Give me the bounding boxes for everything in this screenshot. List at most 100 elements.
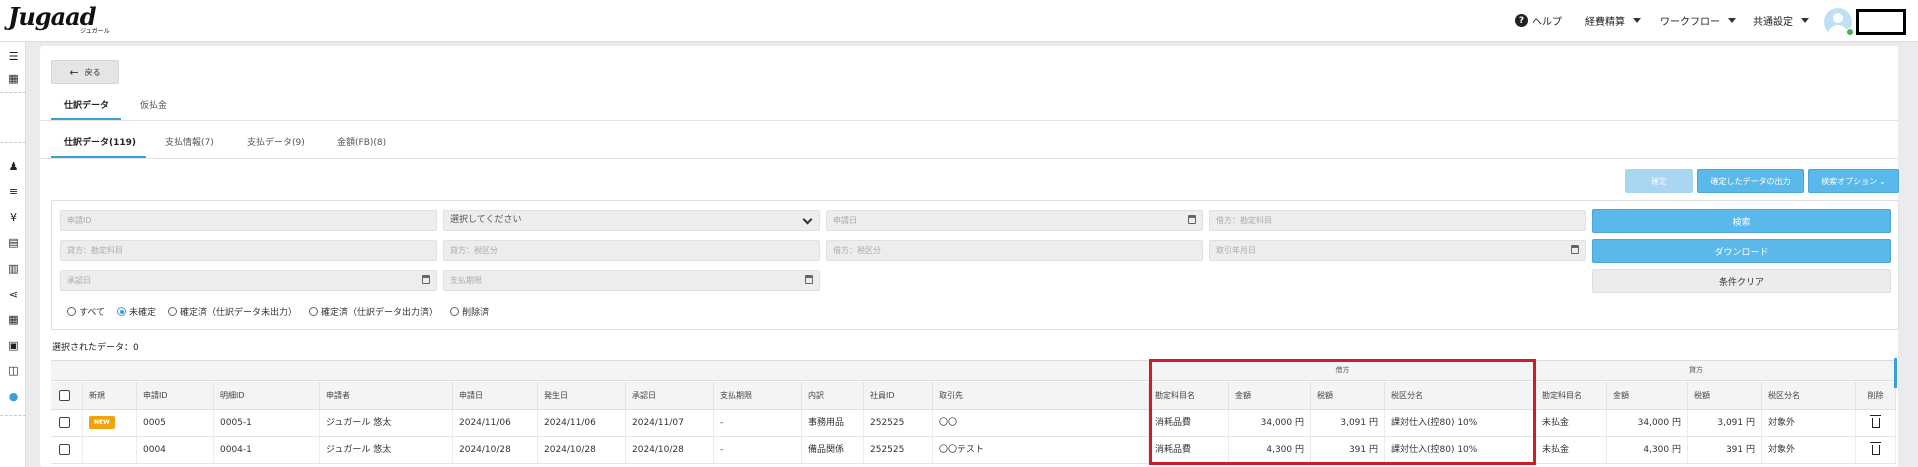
approval-date-input[interactable]: 承認日 [60,270,437,291]
table-cell: 0004-1 [214,437,320,464]
help-icon: ? [1515,14,1528,27]
subtab-amount-fb[interactable]: 金額(FB)(8) [337,135,386,148]
calendar-icon [1188,215,1196,224]
caret-down-icon [1728,18,1736,23]
arrow-left-icon: ← [69,65,79,79]
col-breakdown: 内訳 [802,382,864,410]
back-label: 戻る [84,67,101,77]
user-circle-icon[interactable]: ● [7,390,20,403]
logo[interactable]: Jugaad ジュガール [8,2,118,38]
table-cell: 2024/11/07 [626,410,714,437]
user-name-box[interactable] [1856,9,1906,35]
debit-account-input[interactable]: 借方：勘定科目 [1209,210,1586,231]
new-badge: NEW [89,416,115,429]
chevron-down-icon [802,214,813,225]
menu-workflow[interactable]: ワークフロー [1660,13,1736,28]
table-cell[interactable]: 0005 [137,410,214,437]
row-checkbox[interactable] [59,417,70,428]
transaction-date-input[interactable]: 取引年月日 [1209,240,1586,261]
menu-settings-label: 共通設定 [1753,17,1793,28]
caret-down-icon [1801,18,1809,23]
help-label: ヘルプ [1532,17,1562,28]
table-cell: 事務用品 [802,410,864,437]
receipt-icon[interactable]: ▥ [7,262,20,275]
col-occurrence-date: 発生日 [538,382,626,410]
document-icon[interactable]: ▤ [7,236,20,249]
table-cell: 3,091 円 [1688,410,1762,437]
debit-tax-input[interactable]: 借方：税区分 [826,240,1203,261]
table-cell: 252525 [864,437,933,464]
back-button[interactable]: ← 戻る [51,60,119,84]
radio-label: 確定済（仕訳データ出力済） [321,308,439,318]
trash-icon[interactable] [1869,414,1881,428]
table-cell: 〇〇 [933,410,1149,437]
select-all-checkbox[interactable] [59,390,70,401]
status-select-value: 選択してください [450,215,522,225]
search-options-label: 検索オプション [1821,176,1878,186]
col-delete: 削除 [1856,382,1896,410]
col-approval-date: 承認日 [626,382,714,410]
table-cell: - [714,437,802,464]
application-date-input[interactable]: 申請日 [826,210,1203,231]
table-cell: 2024/10/28 [538,437,626,464]
tab-advance-payment[interactable]: 仮払金 [140,98,167,111]
trash-icon[interactable] [1869,441,1881,455]
credit-account-input[interactable]: 貸方：勘定科目 [60,240,437,261]
selected-count: 選択されたデータ：0 [52,343,139,353]
caret-down-icon [1633,18,1641,23]
application-id-input[interactable]: 申請ID [60,210,437,231]
list-icon[interactable]: ≡ [7,185,20,198]
search-options-button[interactable]: 検索オプション ⌄ [1808,169,1899,193]
table-cell: 2024/11/06 [453,410,538,437]
subtab-payment-data[interactable]: 支払データ(9) [247,135,305,148]
menu-expense[interactable]: 経費精算 [1585,13,1641,28]
debit-highlight-box [1149,359,1536,465]
book-icon[interactable]: ◫ [7,364,20,377]
menu-expense-label: 経費精算 [1585,17,1625,28]
download-button[interactable]: ダウンロード [1592,239,1891,263]
online-status-dot [1846,28,1854,36]
status-select[interactable]: 選択してください [443,210,820,231]
subtab-payment-info[interactable]: 支払情報(7) [165,135,214,148]
yen-icon[interactable]: ¥ [7,211,20,224]
clear-conditions-button[interactable]: 条件クリア [1592,269,1891,293]
collapse-menu-icon[interactable]: ☰ [7,50,20,63]
radio-circle-selected [117,307,127,316]
table-cell: - [714,410,802,437]
radio-unconfirmed[interactable]: 未確定 [117,305,156,318]
radio-confirmed-not-output[interactable]: 確定済（仕訳データ未出力） [168,305,297,318]
export-confirmed-button[interactable]: 確定したデータの出力 [1697,169,1804,193]
table-icon[interactable]: ▦ [7,313,20,326]
menu-settings[interactable]: 共通設定 [1753,13,1809,28]
col-employee-id: 社員ID [864,382,933,410]
users-icon[interactable]: ♟ [7,160,20,173]
table-cell: ジュガール 悠太 [320,410,453,437]
company-icon[interactable]: ▦ [7,72,20,85]
scrollbar[interactable] [1894,358,1897,388]
tab-divider [40,120,1898,121]
col-payment-due: 支払期限 [714,382,802,410]
left-rail: ☰ ▦ ♟ ≡ ¥ ▤ ▥ ⋖ ▦ ▣ ◫ ● [0,42,26,467]
table-cell[interactable]: 0004 [137,437,214,464]
subtab-journal-data[interactable]: 仕訳データ(119) [64,135,136,148]
table-cell: 対象外 [1762,410,1856,437]
credit-tax-input[interactable]: 貸方：税区分 [443,240,820,261]
radio-confirmed-output[interactable]: 確定済（仕訳データ出力済） [309,305,438,318]
row-checkbox[interactable] [59,444,70,455]
payment-due-input[interactable]: 支払期限 [443,270,820,291]
radio-label: 未確定 [129,308,157,318]
radio-all[interactable]: すべて [67,305,105,318]
radio-deleted[interactable]: 削除済 [450,305,489,318]
tab-journal-data[interactable]: 仕訳データ [64,98,109,111]
help-link[interactable]: ? ヘルプ [1515,13,1562,28]
table-cell: 34,000 円 [1607,410,1688,437]
col-credit-amount: 金額 [1607,382,1688,410]
search-button[interactable]: 検索 [1592,209,1891,233]
confirm-button[interactable]: 確定 [1625,169,1693,193]
col-application-id: 申請ID [137,382,214,410]
share-icon[interactable]: ⋖ [7,288,20,301]
table-cell: 未払金 [1536,410,1607,437]
copy-icon[interactable]: ▣ [7,339,20,352]
calendar-icon [1571,245,1579,254]
row-select-cell [51,410,83,437]
